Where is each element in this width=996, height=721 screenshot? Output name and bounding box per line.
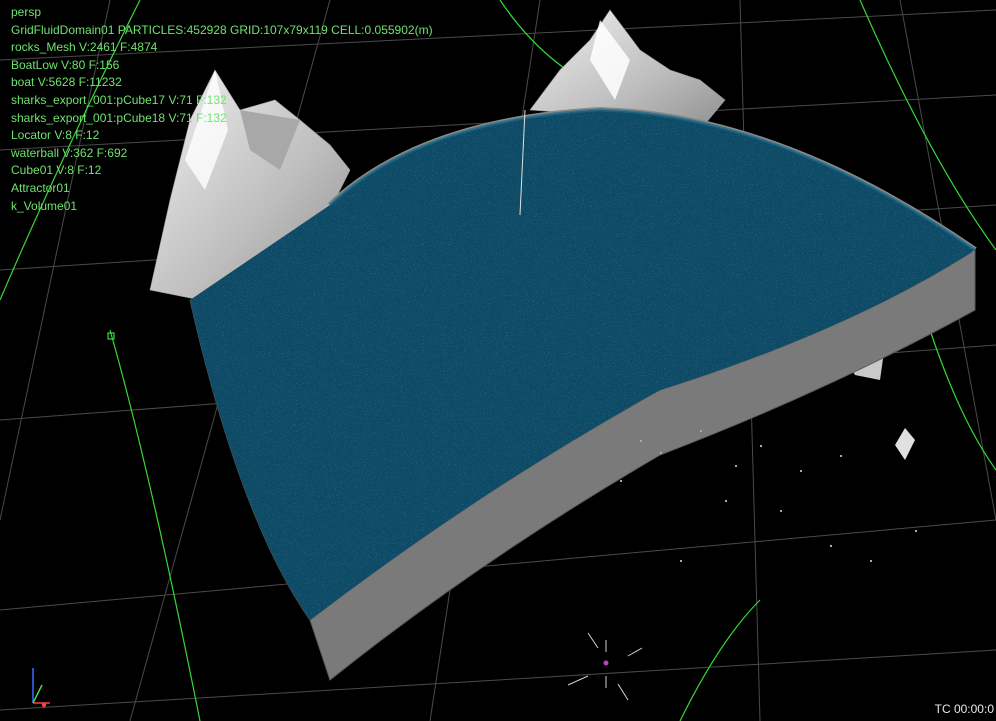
hud-line: waterball V:362 F:692 [11, 145, 128, 160]
hud-line: Attractor01 [11, 180, 70, 195]
hud-line: k_Volume01 [11, 198, 78, 213]
hud-line: sharks_export_001:pCube18 V:71 F:132 [11, 110, 227, 125]
camera-label: persp [11, 5, 42, 19]
hud-line: boat V:5628 F:11232 [11, 75, 122, 90]
hud-overlay: persp GridFluidDomain01 PARTICLES:452928… [11, 4, 433, 215]
hud-line: Locator V:8 F:12 [11, 128, 100, 143]
xyz-axis-gizmo-icon [32, 668, 50, 708]
hud-line: sharks_export_001:pCube17 V:71 F:132 [11, 92, 227, 107]
attractor-crosshair-icon[interactable] [567, 632, 643, 701]
hud-line: Cube01 V:8 F:12 [11, 163, 102, 178]
viewport-3d[interactable]: persp GridFluidDomain01 PARTICLES:452928… [0, 0, 996, 721]
hud-line: BoatLow V:80 F:156 [11, 57, 120, 72]
timecode: TC 00:00:0 [934, 702, 994, 716]
hud-line: GridFluidDomain01 PARTICLES:452928 GRID:… [11, 22, 433, 37]
hud-line: rocks_Mesh V:2461 F:4874 [11, 40, 158, 55]
